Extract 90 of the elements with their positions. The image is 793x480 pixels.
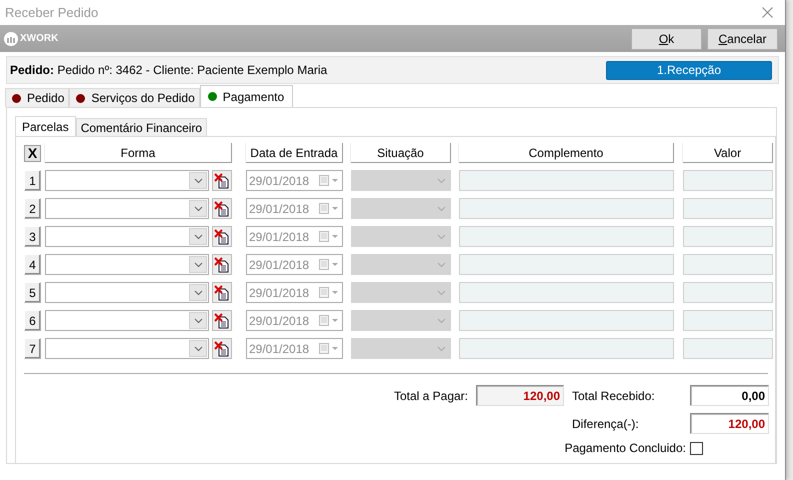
complemento-field[interactable] xyxy=(459,254,674,275)
valor-field[interactable] xyxy=(683,226,773,247)
complemento-field[interactable] xyxy=(459,226,674,247)
column-header: Situação xyxy=(351,143,451,163)
tab[interactable]: Pedido xyxy=(5,88,70,107)
row-number-button[interactable]: 4 xyxy=(24,254,41,275)
complemento-field[interactable] xyxy=(459,170,674,191)
tab[interactable]: Parcelas xyxy=(15,116,76,136)
caret-icon xyxy=(194,346,202,352)
total-field: 120,00 xyxy=(476,385,564,406)
situacao-dropdown[interactable] xyxy=(351,338,451,359)
valor-field[interactable] xyxy=(683,254,773,275)
caret-icon xyxy=(437,290,446,296)
caret-icon xyxy=(194,262,202,268)
delete-button[interactable] xyxy=(212,170,232,191)
caret-icon xyxy=(437,346,446,352)
row-number-button[interactable]: 1 xyxy=(24,170,41,191)
total-field: 120,00 xyxy=(690,413,769,434)
column-header: Complemento xyxy=(459,143,674,163)
calendar-icon xyxy=(319,203,339,214)
total-field: 0,00 xyxy=(690,385,769,406)
row-number-button[interactable]: 6 xyxy=(24,310,41,331)
order-summary: Pedido: Pedido nº: 3462 - Cliente: Paciente Exemplo Maria xyxy=(10,63,328,77)
close-icon[interactable] xyxy=(762,7,773,18)
caret-icon xyxy=(194,290,202,296)
caret-icon xyxy=(194,178,202,184)
delete-button[interactable] xyxy=(212,254,232,275)
logo-text: XWORK xyxy=(20,33,58,44)
header-button[interactable]: Ok xyxy=(631,28,702,50)
caret-icon xyxy=(437,206,446,212)
total-label: Total a Pagar: xyxy=(394,388,468,402)
tab[interactable]: Pagamento xyxy=(200,85,294,107)
document-x-icon xyxy=(214,340,230,356)
caret-icon xyxy=(194,206,202,212)
calendar-icon xyxy=(319,231,339,242)
valor-field[interactable] xyxy=(683,338,773,359)
column-header: Valor xyxy=(683,143,773,163)
row-number-button[interactable]: 3 xyxy=(24,226,41,247)
logo-icon xyxy=(4,32,18,46)
calendar-icon xyxy=(319,315,339,326)
total-label: Diferença(-): xyxy=(572,416,640,430)
situacao-dropdown[interactable] xyxy=(351,226,451,247)
row-number-button[interactable]: 7 xyxy=(24,338,41,359)
delete-button[interactable] xyxy=(212,282,232,303)
stage-button[interactable]: 1.Recepção xyxy=(606,60,772,80)
situacao-dropdown[interactable] xyxy=(351,282,451,303)
calendar-icon xyxy=(319,175,339,186)
valor-field[interactable] xyxy=(683,170,773,191)
column-header: Forma xyxy=(45,143,232,163)
valor-field[interactable] xyxy=(683,198,773,219)
clear-button[interactable]: X xyxy=(24,145,41,162)
caret-icon xyxy=(437,262,446,268)
checkbox[interactable] xyxy=(690,442,703,454)
tab[interactable]: Comentário Financeiro xyxy=(76,118,208,136)
document-x-icon xyxy=(214,312,230,328)
row-number-button[interactable]: 5 xyxy=(24,282,41,303)
calendar-icon xyxy=(319,287,339,298)
caret-icon xyxy=(437,318,446,324)
complemento-field[interactable] xyxy=(459,310,674,331)
calendar-icon xyxy=(319,259,339,270)
delete-button[interactable] xyxy=(212,310,232,331)
delete-button[interactable] xyxy=(212,226,232,247)
column-header: Data de Entrada xyxy=(246,143,343,163)
situacao-dropdown[interactable] xyxy=(351,254,451,275)
valor-field[interactable] xyxy=(683,310,773,331)
total-label: Total Recebido: xyxy=(572,388,656,402)
document-x-icon xyxy=(214,256,230,272)
calendar-icon xyxy=(319,343,339,354)
complemento-field[interactable] xyxy=(459,282,674,303)
tab[interactable]: Serviços do Pedido xyxy=(69,88,200,107)
caret-icon xyxy=(437,234,446,240)
document-x-icon xyxy=(214,284,230,300)
document-x-icon xyxy=(214,200,230,216)
caret-icon xyxy=(194,234,202,240)
caret-icon xyxy=(194,318,202,324)
complemento-field[interactable] xyxy=(459,338,674,359)
delete-button[interactable] xyxy=(212,198,232,219)
valor-field[interactable] xyxy=(683,282,773,303)
caret-icon xyxy=(437,178,446,184)
situacao-dropdown[interactable] xyxy=(351,198,451,219)
window-title: Receber Pedido xyxy=(5,5,98,20)
document-x-icon xyxy=(214,172,230,188)
row-number-button[interactable]: 2 xyxy=(24,198,41,219)
header-button[interactable]: Cancelar xyxy=(707,28,778,50)
document-x-icon xyxy=(214,228,230,244)
situacao-dropdown[interactable] xyxy=(351,170,451,191)
situacao-dropdown[interactable] xyxy=(351,310,451,331)
checkbox-label: Pagamento Concluido: xyxy=(564,441,686,455)
delete-button[interactable] xyxy=(212,338,232,359)
complemento-field[interactable] xyxy=(459,198,674,219)
